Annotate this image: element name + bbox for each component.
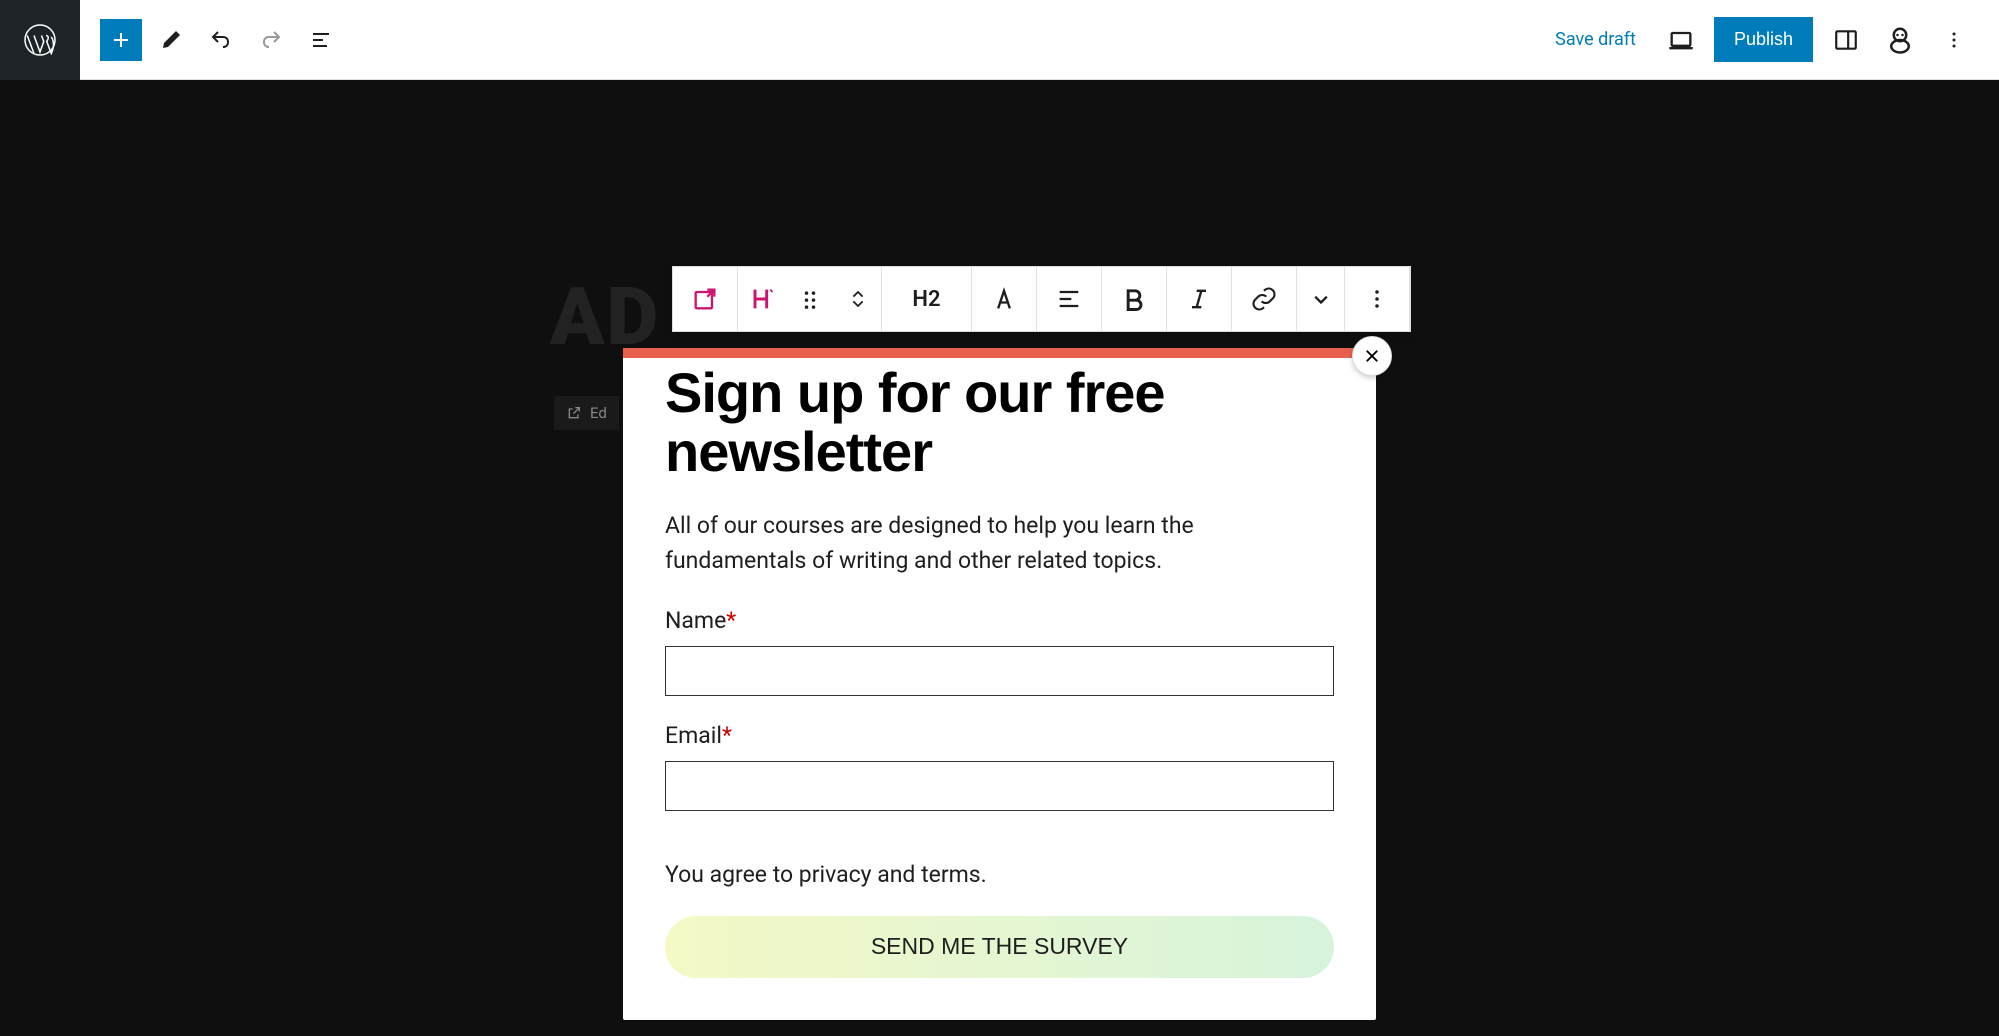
yoast-icon bbox=[1885, 25, 1915, 55]
link-icon bbox=[1250, 285, 1278, 313]
modal-body: Sign up for our free newsletter All of o… bbox=[623, 364, 1376, 1020]
modal-accent-bar bbox=[623, 348, 1376, 358]
name-input[interactable] bbox=[665, 646, 1334, 696]
publish-button[interactable]: Publish bbox=[1714, 17, 1813, 62]
align-button[interactable] bbox=[1037, 267, 1102, 331]
move-up-down-button[interactable] bbox=[834, 267, 882, 331]
letter-a-icon bbox=[990, 285, 1018, 313]
chevron-down-icon bbox=[1307, 285, 1335, 313]
preview-button[interactable] bbox=[1660, 19, 1702, 61]
close-button[interactable] bbox=[1352, 336, 1392, 376]
yoast-button[interactable] bbox=[1879, 19, 1921, 61]
save-draft-button[interactable]: Save draft bbox=[1543, 21, 1648, 58]
heading-level-button[interactable]: H2 bbox=[882, 267, 972, 331]
heading-icon bbox=[748, 285, 776, 313]
dots-vertical-icon bbox=[1942, 28, 1966, 52]
italic-button[interactable] bbox=[1167, 267, 1232, 331]
block-more-button[interactable] bbox=[1345, 267, 1410, 331]
settings-sidebar-button[interactable] bbox=[1825, 19, 1867, 61]
left-toolbar bbox=[80, 19, 342, 61]
heading-block-button[interactable] bbox=[738, 267, 786, 331]
name-label: Name* bbox=[665, 607, 1334, 634]
modal-description[interactable]: All of our courses are designed to help … bbox=[665, 508, 1334, 579]
plus-icon bbox=[109, 28, 133, 52]
document-overview-button[interactable] bbox=[300, 19, 342, 61]
close-icon bbox=[1363, 347, 1381, 365]
redo-button[interactable] bbox=[250, 19, 292, 61]
edit-mode-button[interactable] bbox=[150, 19, 192, 61]
device-icon bbox=[1667, 26, 1695, 54]
drag-handle[interactable] bbox=[786, 267, 834, 331]
drag-icon bbox=[796, 285, 824, 313]
wordpress-icon bbox=[22, 22, 58, 58]
align-left-icon bbox=[1055, 285, 1083, 313]
link-button[interactable] bbox=[1232, 267, 1297, 331]
email-label: Email* bbox=[665, 722, 1334, 749]
text-transform-button[interactable] bbox=[972, 267, 1037, 331]
bg-edit-label: Ed bbox=[590, 404, 607, 422]
dots-vertical-icon bbox=[1363, 285, 1391, 313]
email-input[interactable] bbox=[665, 761, 1334, 811]
block-type-button[interactable] bbox=[673, 267, 738, 331]
list-icon bbox=[309, 28, 333, 52]
editor-canvas[interactable]: AD Ed H2 bbox=[0, 80, 1999, 1036]
modal-title[interactable]: Sign up for our free newsletter bbox=[665, 364, 1334, 482]
newsletter-popup: Sign up for our free newsletter All of o… bbox=[623, 348, 1376, 1020]
add-block-button[interactable] bbox=[100, 19, 142, 61]
right-toolbar: Save draft Publish bbox=[1543, 17, 1999, 62]
chevron-updown-icon bbox=[844, 285, 872, 313]
external-icon bbox=[566, 405, 582, 421]
bold-button[interactable] bbox=[1102, 267, 1167, 331]
more-options-button[interactable] bbox=[1933, 19, 1975, 61]
redo-icon bbox=[259, 28, 283, 52]
undo-button[interactable] bbox=[200, 19, 242, 61]
more-rich-text-button[interactable] bbox=[1297, 267, 1345, 331]
submit-button[interactable]: SEND ME THE SURVEY bbox=[665, 916, 1334, 978]
block-toolbar: H2 bbox=[672, 266, 1411, 332]
italic-icon bbox=[1185, 285, 1213, 313]
popup-block-icon bbox=[691, 285, 719, 313]
wordpress-logo[interactable] bbox=[0, 0, 80, 80]
undo-icon bbox=[209, 28, 233, 52]
background-edit-chip: Ed bbox=[554, 396, 619, 430]
sidebar-icon bbox=[1833, 27, 1859, 53]
pencil-icon bbox=[159, 28, 183, 52]
bold-icon bbox=[1120, 285, 1148, 313]
editor-topbar: Save draft Publish bbox=[0, 0, 1999, 80]
terms-text[interactable]: You agree to privacy and terms. bbox=[665, 861, 1334, 888]
